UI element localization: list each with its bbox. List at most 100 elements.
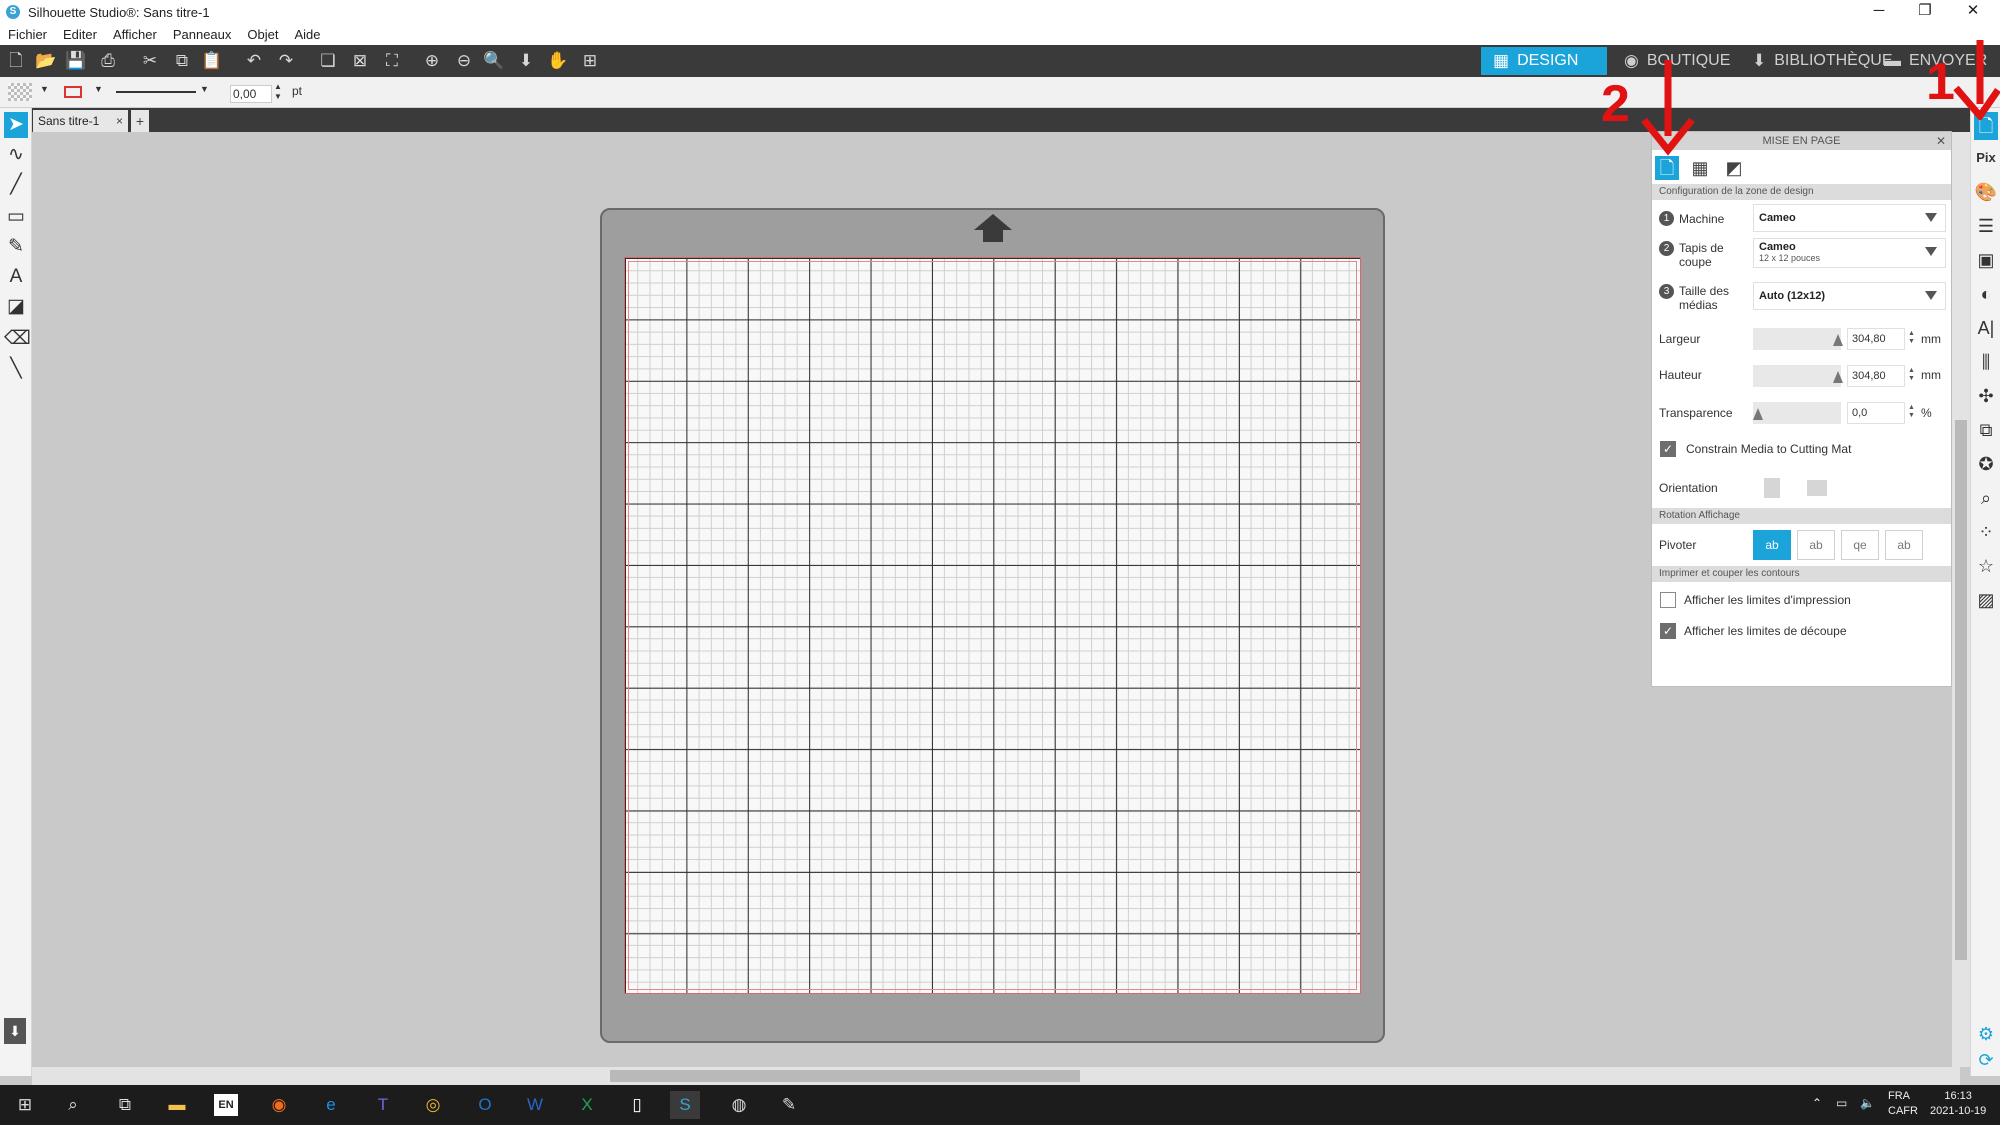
height-input[interactable]: 304,80 — [1847, 365, 1905, 387]
new-file-icon[interactable]: 🗋 — [4, 49, 28, 73]
silhouette-studio-taskbar-icon[interactable]: S — [670, 1091, 700, 1119]
line-width-input[interactable]: 0,00 — [230, 85, 272, 103]
copy-icon[interactable]: ⧉ — [170, 49, 194, 73]
select-all-icon[interactable]: ⛶ — [380, 49, 404, 73]
height-spinner[interactable]: ▲ ▼ — [1908, 367, 1915, 383]
rotate-180-button[interactable]: qe — [1841, 530, 1879, 560]
fill-tool-icon[interactable]: ◪ — [4, 294, 28, 320]
language-icon[interactable]: EN — [214, 1094, 238, 1116]
delete-icon[interactable]: ⊠ — [348, 49, 372, 73]
chrome-icon[interactable]: ◎ — [418, 1091, 448, 1119]
zoom-in-icon[interactable]: ⊕ — [420, 49, 444, 73]
rotate-0-button[interactable]: ab — [1753, 530, 1791, 560]
line-style-icon[interactable]: ☰ — [1974, 212, 1998, 240]
teams-icon[interactable]: T — [368, 1091, 398, 1119]
cut-limits-checkbox[interactable]: ✓ — [1660, 623, 1676, 639]
landscape-orientation-icon[interactable] — [1807, 480, 1827, 496]
maximize-button[interactable]: ❐ — [1902, 0, 1948, 24]
pixscan-icon[interactable]: Pix — [1974, 144, 1998, 172]
line-tool-icon[interactable]: ╱ — [4, 172, 28, 198]
eraser-tool-icon[interactable]: ⌫ — [4, 326, 31, 352]
open-folder-icon[interactable]: 📂 — [34, 49, 58, 73]
pencil-tool-icon[interactable]: ✎ — [4, 234, 28, 260]
menu-editer[interactable]: Editer — [55, 27, 105, 42]
redo-icon[interactable]: ↷ — [274, 49, 298, 73]
line-color-dropdown-icon[interactable]: ▼ — [94, 84, 103, 94]
rotate-270-button[interactable]: ab — [1885, 530, 1923, 560]
width-input[interactable]: 304,80 — [1847, 328, 1905, 350]
add-page-icon[interactable]: ⊞ — [578, 49, 602, 73]
fill-pattern-swatch[interactable] — [8, 83, 32, 101]
line-style-dropdown-icon[interactable]: ▼ — [200, 84, 209, 94]
fit-page-icon[interactable]: ⬇ — [514, 49, 538, 73]
internet-explorer-icon[interactable]: e — [316, 1091, 346, 1119]
firefox-icon[interactable]: ◉ — [264, 1091, 294, 1119]
width-spinner[interactable]: ▲ ▼ — [1908, 330, 1915, 346]
clock[interactable]: 16:13 2021-10-19 — [1930, 1089, 1986, 1119]
fill-panel-icon[interactable]: ▣ — [1974, 246, 1998, 274]
zoom-out-icon[interactable]: ⊖ — [452, 49, 476, 73]
document-tab[interactable]: Sans titre-1 × — [33, 110, 128, 132]
excel-icon[interactable]: X — [572, 1091, 602, 1119]
settings-gear-icon[interactable]: ⚙ — [1974, 1020, 1998, 1048]
replicate-icon[interactable]: ✣ — [1974, 382, 1998, 410]
portrait-orientation-icon[interactable] — [1764, 478, 1780, 498]
volume-icon[interactable]: 🔈 — [1860, 1096, 1875, 1111]
offset-icon[interactable]: ✪ — [1974, 450, 1998, 478]
network-icon[interactable]: ▭ — [1836, 1096, 1847, 1111]
transparency-input[interactable]: 0,0 — [1847, 402, 1905, 424]
width-slider-knob[interactable] — [1833, 334, 1843, 346]
design-grid[interactable] — [624, 257, 1361, 994]
mat-dropdown[interactable]: Cameo 12 x 12 pouces — [1753, 238, 1946, 268]
width-slider[interactable] — [1753, 328, 1843, 350]
knife-tool-icon[interactable]: ╲ — [4, 356, 28, 382]
menu-fichier[interactable]: Fichier — [0, 27, 55, 42]
minimize-button[interactable]: ─ — [1856, 0, 1902, 24]
add-tab-button[interactable]: + — [131, 110, 149, 132]
vertical-scroll-thumb[interactable] — [1955, 420, 1967, 960]
save-icon[interactable]: 💾 — [64, 49, 88, 73]
favorites-icon[interactable]: ☆ — [1974, 552, 1998, 580]
transparency-slider[interactable] — [1753, 402, 1841, 424]
grid-tab-icon[interactable]: ▦ — [1688, 156, 1712, 180]
constrain-checkbox[interactable]: ✓ — [1660, 441, 1676, 457]
panel-close-icon[interactable]: ✕ — [1936, 132, 1946, 150]
zoom-select-icon[interactable]: 🔍 — [482, 49, 506, 73]
menu-objet[interactable]: Objet — [239, 27, 286, 42]
close-tab-icon[interactable]: × — [116, 110, 123, 132]
print-limits-checkbox[interactable] — [1660, 592, 1676, 608]
cut-icon[interactable]: ✂ — [138, 49, 162, 73]
task-view-icon[interactable]: ⧉ — [110, 1091, 140, 1119]
transparency-slider-knob[interactable] — [1753, 408, 1763, 420]
height-slider-knob[interactable] — [1833, 371, 1843, 383]
vertical-scrollbar[interactable] — [1952, 132, 1970, 1067]
undo-icon[interactable]: ↶ — [242, 49, 266, 73]
horizontal-scroll-thumb[interactable] — [610, 1070, 1080, 1082]
search-icon[interactable]: ⌕ — [58, 1091, 88, 1119]
windows-start-icon[interactable]: ⊞ — [10, 1091, 40, 1119]
input-language[interactable]: FRA CAFR — [1888, 1089, 1918, 1119]
pan-hand-icon[interactable]: ✋ — [546, 49, 570, 73]
contrast-icon[interactable]: ◐ — [1974, 280, 1998, 308]
transform-icon[interactable]: ⧉ — [1974, 416, 1998, 444]
text-style-icon[interactable]: A| — [1974, 314, 1998, 342]
menu-panneaux[interactable]: Panneaux — [165, 27, 240, 42]
tray-expand-icon[interactable]: ⌃ — [1812, 1096, 1822, 1111]
line-color-swatch[interactable] — [64, 86, 82, 98]
print-icon[interactable]: ⎙ — [96, 49, 120, 73]
paint-3d-icon[interactable]: ✎ — [774, 1091, 804, 1119]
paint-icon[interactable]: ◍ — [724, 1091, 754, 1119]
height-slider[interactable] — [1753, 365, 1843, 387]
horizontal-scrollbar[interactable] — [32, 1067, 1960, 1085]
point-edit-tool-icon[interactable]: ∿ — [4, 142, 28, 168]
paste-icon[interactable]: 📋 — [200, 49, 224, 73]
align-icon[interactable]: ⫼ — [1974, 348, 1998, 376]
rotate-90-button[interactable]: ab — [1797, 530, 1835, 560]
line-width-spinner[interactable]: ▲ ▼ — [274, 82, 282, 102]
fill-dropdown-icon[interactable]: ▼ — [40, 84, 49, 94]
machine-dropdown[interactable]: Cameo — [1753, 204, 1946, 232]
sync-icon[interactable]: ⟳ — [1974, 1046, 1998, 1074]
trace-icon[interactable]: ⌕ — [1974, 484, 1998, 512]
notepad-icon[interactable]: ▯ — [622, 1091, 652, 1119]
palette-icon[interactable]: 🎨 — [1974, 178, 1998, 206]
